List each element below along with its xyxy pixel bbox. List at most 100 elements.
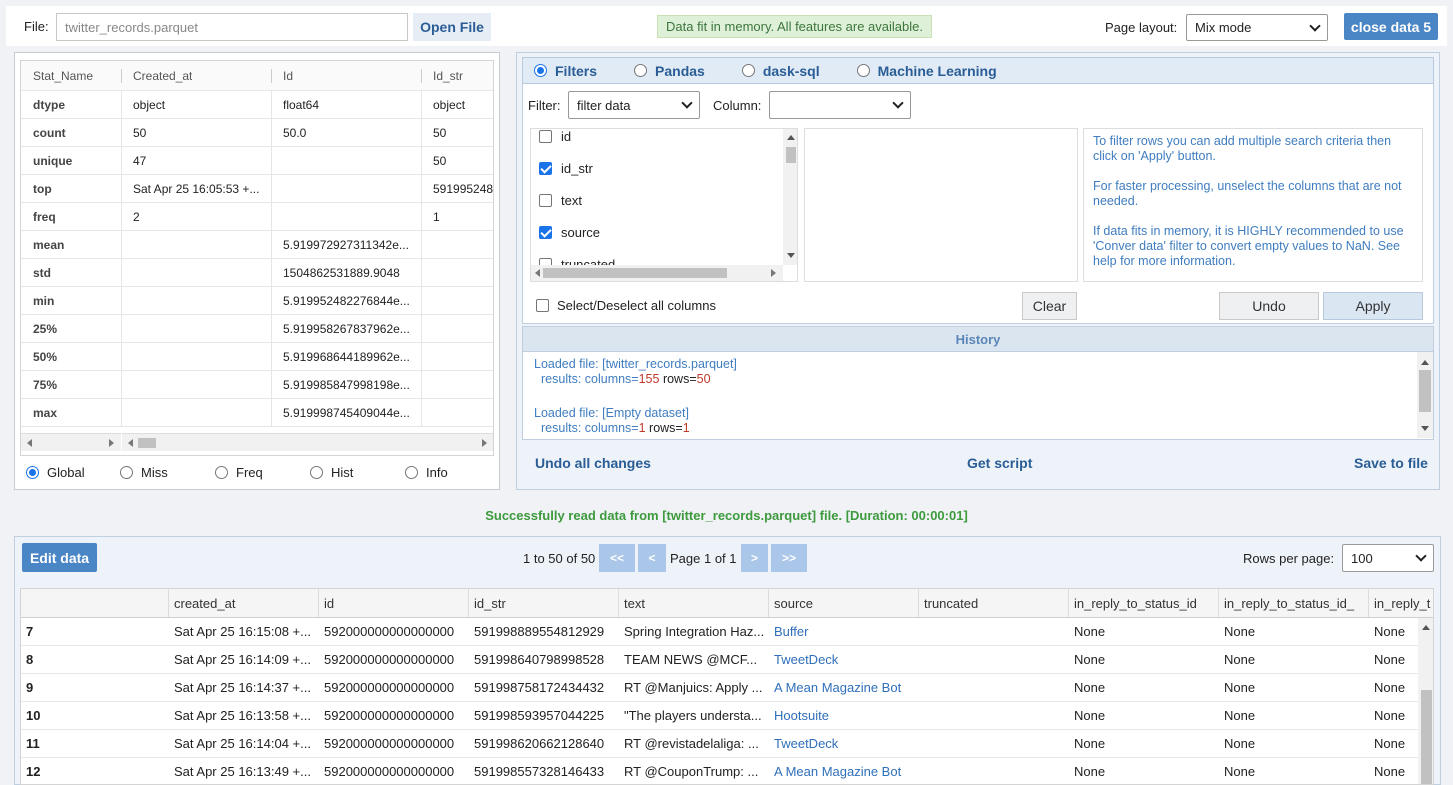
prev-page-button[interactable]: < xyxy=(638,544,666,572)
stats-cell: 50 xyxy=(433,154,447,168)
column-checkbox-item[interactable]: text xyxy=(539,193,582,208)
grid-column-header[interactable]: text xyxy=(619,589,769,617)
scrollbar-thumb[interactable] xyxy=(543,268,727,278)
radio-global[interactable]: Global xyxy=(26,465,85,480)
source-link[interactable]: A Mean Magazine Bot xyxy=(769,674,919,701)
results-columns: 1 xyxy=(638,421,646,435)
page-layout-select[interactable]: Mix mode xyxy=(1186,14,1328,41)
tab-label: dask-sql xyxy=(762,62,820,79)
grid-column-header[interactable]: created_at xyxy=(169,589,319,617)
stats-cell xyxy=(133,371,273,399)
results-rows-prefix: rows= xyxy=(659,372,697,386)
grid-cell: Sat Apr 25 16:15:08 +... xyxy=(174,624,311,639)
grid-column-header[interactable]: id_str xyxy=(469,589,619,617)
next-page-button[interactable]: > xyxy=(741,544,768,572)
last-page-button[interactable]: >> xyxy=(771,544,807,572)
grid-column-header[interactable]: in_reply_to_status_id xyxy=(1069,589,1219,617)
radio-freq[interactable]: Freq xyxy=(215,465,263,480)
results-prefix: results: columns= xyxy=(541,372,639,386)
stats-col-header[interactable]: Id_str xyxy=(433,61,463,91)
filter-type-select[interactable]: filter data xyxy=(568,91,700,119)
rows-per-page-select[interactable]: 100 xyxy=(1342,544,1434,572)
grid-cell: Sat Apr 25 16:14:37 +... xyxy=(174,680,311,695)
column-divider xyxy=(421,259,422,286)
scrollbar-thumb[interactable] xyxy=(1419,370,1431,412)
grid-column-header[interactable]: truncated xyxy=(919,589,1069,617)
grid-vertical-scrollbar[interactable] xyxy=(1418,618,1433,784)
filter-values-box[interactable] xyxy=(804,128,1078,282)
checklist-vertical-scrollbar[interactable] xyxy=(783,129,797,265)
first-page-button[interactable]: << xyxy=(599,544,635,572)
source-link[interactable]: A Mean Magazine Bot xyxy=(769,758,919,784)
checklist-horizontal-scrollbar[interactable] xyxy=(531,265,783,281)
undo-button[interactable]: Undo xyxy=(1219,292,1319,320)
column-divider xyxy=(271,69,272,83)
grid-row[interactable]: 12 Sat Apr 25 16:13:49 +... 59200000000000… xyxy=(21,758,1433,784)
source-link[interactable]: TweetDeck xyxy=(769,646,919,673)
history-loaded-text: Loaded file: [twitter_records.parquet] xyxy=(534,357,737,371)
column-checkbox-item[interactable]: id xyxy=(539,129,571,144)
scroll-right-icon xyxy=(482,439,487,447)
grid-cell: None xyxy=(1074,764,1106,779)
stats-cell: 5.919952482276844e... xyxy=(283,294,410,308)
save-to-file-link[interactable]: Save to file xyxy=(1354,455,1428,471)
grid-cell xyxy=(919,674,1069,701)
grid-column-header[interactable]: in_reply_t xyxy=(1369,589,1433,617)
open-file-button[interactable]: Open File xyxy=(413,13,491,41)
grid-row[interactable]: 7 Sat Apr 25 16:15:08 +... 592000000000000… xyxy=(21,618,1433,646)
grid-cell: Sat Apr 25 16:13:58 +... xyxy=(174,708,311,723)
grid-column-header[interactable] xyxy=(21,589,169,617)
stats-col-header[interactable]: Id xyxy=(283,61,293,91)
tab-machine-learning[interactable]: Machine Learning xyxy=(856,63,997,79)
edit-data-button[interactable]: Edit data xyxy=(22,543,97,572)
tab-filters[interactable]: Filters xyxy=(534,63,597,79)
stats-col-header[interactable]: Stat_Name xyxy=(33,61,93,91)
column-checkbox-item[interactable]: source xyxy=(539,225,600,240)
scrollbar-thumb[interactable] xyxy=(138,438,156,448)
radio-hist[interactable]: Hist xyxy=(310,465,353,480)
grid-column-header[interactable]: in_reply_to_status_id_ xyxy=(1219,589,1369,617)
grid-row[interactable]: 11 Sat Apr 25 16:14:04 +... 59200000000000… xyxy=(21,730,1433,758)
grid-header-row: created_at id id_str text source truncated in_… xyxy=(21,589,1433,618)
stats-col-header[interactable]: Created_at xyxy=(133,61,192,91)
grid-cell: "The players understa... xyxy=(624,708,762,723)
column-checkbox-item[interactable]: id_str xyxy=(539,161,593,176)
radio-icon xyxy=(741,64,755,77)
grid-row[interactable]: 8 Sat Apr 25 16:14:09 +... 592000000000000… xyxy=(21,646,1433,674)
grid-cell: None xyxy=(1074,624,1106,639)
tab-dask-sql[interactable]: dask-sql xyxy=(741,62,820,79)
scroll-down-icon xyxy=(1421,426,1429,431)
radio-icon xyxy=(215,466,228,479)
apply-button[interactable]: Apply xyxy=(1323,292,1423,320)
close-data-button[interactable]: close data 5 xyxy=(1344,13,1438,40)
file-path-input[interactable]: twitter_records.parquet xyxy=(56,13,408,41)
grid-cell: 592000000000000000 xyxy=(324,708,455,723)
radio-info[interactable]: Info xyxy=(405,465,448,480)
scrollbar-thumb[interactable] xyxy=(1421,690,1432,784)
grid-column-header[interactable]: source xyxy=(769,589,919,617)
source-link[interactable]: Hootsuite xyxy=(769,702,919,729)
scrollbar-thumb[interactable] xyxy=(786,147,796,163)
clear-button[interactable]: Clear xyxy=(1022,292,1077,320)
results-rows: 50 xyxy=(696,372,711,386)
stats-horizontal-scrollbar[interactable] xyxy=(122,433,493,451)
radio-miss[interactable]: Miss xyxy=(120,465,168,480)
grid-row[interactable]: 9 Sat Apr 25 16:14:37 +... 592000000000000… xyxy=(21,674,1433,702)
grid-row[interactable]: 10 Sat Apr 25 16:13:58 +... 59200000000000… xyxy=(21,702,1433,730)
radio-label: Info xyxy=(426,465,448,480)
stats-name-scrollbar[interactable] xyxy=(21,433,121,451)
select-all-columns[interactable]: Select/Deselect all columns xyxy=(536,298,716,313)
column-divider xyxy=(421,343,422,370)
tab-pandas[interactable]: Pandas xyxy=(634,63,705,79)
scroll-left-icon xyxy=(535,269,540,277)
grid-column-header[interactable]: id xyxy=(319,589,469,617)
source-link[interactable]: Buffer xyxy=(769,618,919,645)
page-layout-value: Mix mode xyxy=(1195,20,1252,35)
column-divider xyxy=(421,371,422,398)
column-select[interactable] xyxy=(769,91,911,119)
source-link[interactable]: TweetDeck xyxy=(769,730,919,757)
grid-cell xyxy=(919,618,1069,645)
history-vertical-scrollbar[interactable] xyxy=(1417,352,1433,438)
get-script-link[interactable]: Get script xyxy=(967,455,1032,471)
undo-all-changes-link[interactable]: Undo all changes xyxy=(535,455,651,471)
